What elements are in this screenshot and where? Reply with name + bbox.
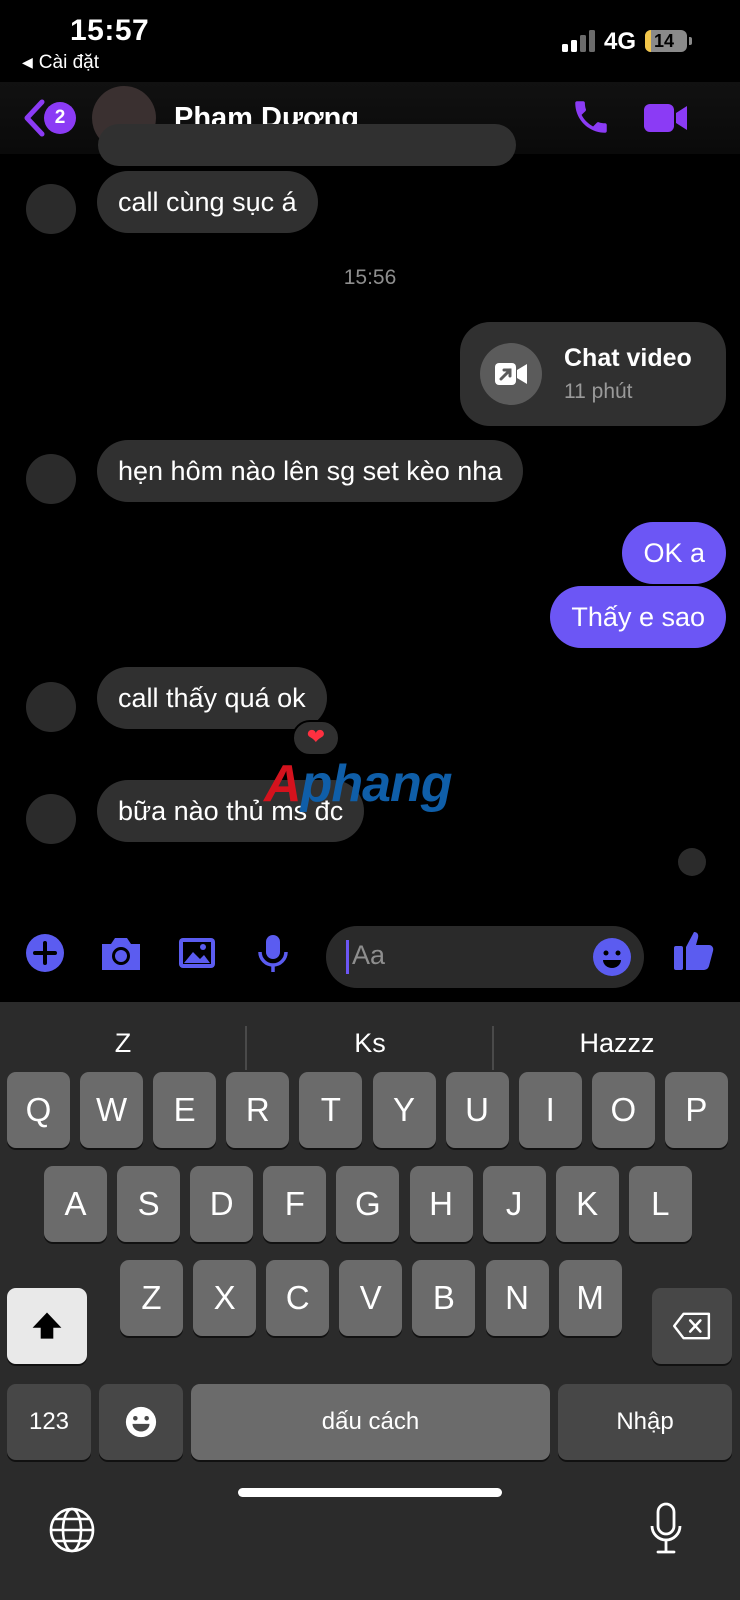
key-e[interactable]: E xyxy=(153,1072,217,1148)
key-j[interactable]: J xyxy=(482,1166,546,1242)
key-c[interactable]: C xyxy=(266,1260,330,1336)
message-bubble-incoming[interactable]: call cùng sục á xyxy=(97,171,318,233)
emoji-face-icon xyxy=(125,1406,157,1438)
key-o[interactable]: O xyxy=(591,1072,655,1148)
emoji-icon[interactable] xyxy=(592,937,632,977)
return-key[interactable]: Nhập xyxy=(558,1384,732,1460)
battery-icon: 14 xyxy=(645,30,687,52)
message-bubble-outgoing[interactable]: Thấy e sao xyxy=(550,586,726,648)
image-icon[interactable] xyxy=(176,932,218,974)
message-bubble-incoming[interactable]: call thấy quá ok xyxy=(97,667,327,729)
suggestion-1[interactable]: Z xyxy=(0,1028,246,1059)
shift-arrow-icon xyxy=(32,1312,62,1339)
video-call-back-icon xyxy=(495,363,527,385)
backspace-key[interactable] xyxy=(652,1288,732,1364)
message-list[interactable]: call cùng sục á 15:56 Chat video 11 phút… xyxy=(0,124,740,904)
message-input-placeholder: Aa xyxy=(352,940,386,970)
globe-icon[interactable] xyxy=(48,1506,96,1554)
key-v[interactable]: V xyxy=(339,1260,403,1336)
space-key[interactable]: dấu cách xyxy=(191,1384,550,1460)
text-cursor xyxy=(346,940,349,974)
thumbs-up-icon[interactable] xyxy=(672,928,716,972)
video-call-duration: 11 phút xyxy=(564,380,633,403)
dictation-microphone-icon[interactable] xyxy=(648,1502,684,1556)
plus-icon[interactable] xyxy=(24,932,66,974)
cellular-signal-icon xyxy=(562,30,596,52)
unread-count-badge: 2 xyxy=(44,102,76,134)
key-b[interactable]: B xyxy=(412,1260,476,1336)
key-t[interactable]: T xyxy=(299,1072,363,1148)
emoji-keyboard-key[interactable] xyxy=(99,1384,183,1460)
phone-icon[interactable] xyxy=(570,96,612,138)
sender-avatar[interactable] xyxy=(26,794,76,844)
sender-avatar[interactable] xyxy=(26,184,76,234)
camera-icon[interactable] xyxy=(98,932,144,974)
message-composer: Aa xyxy=(0,904,740,1000)
video-call-card[interactable]: Chat video 11 phút xyxy=(460,322,726,426)
heart-reaction-icon[interactable]: ❤ xyxy=(292,720,340,756)
battery-level: 14 xyxy=(653,31,675,51)
message-bubble-incoming[interactable]: hẹn hôm nào lên sg set kèo nha xyxy=(97,440,524,502)
key-z[interactable]: Z xyxy=(120,1260,183,1336)
read-receipt-avatar xyxy=(678,848,706,876)
key-k[interactable]: K xyxy=(555,1166,619,1242)
key-q[interactable]: Q xyxy=(7,1072,70,1148)
key-y[interactable]: Y xyxy=(372,1072,436,1148)
message-input[interactable]: Aa xyxy=(326,926,644,988)
key-m[interactable]: M xyxy=(558,1260,622,1336)
key-a[interactable]: A xyxy=(44,1166,107,1242)
shift-key[interactable] xyxy=(7,1288,87,1364)
numbers-key[interactable]: 123 xyxy=(7,1384,91,1460)
key-h[interactable]: H xyxy=(409,1166,473,1242)
message-bubble-outgoing[interactable]: OK a xyxy=(622,522,726,584)
home-indicator[interactable] xyxy=(238,1488,502,1497)
suggestion-3[interactable]: Hazzz xyxy=(494,1028,740,1059)
back-app-label: Cài đặt xyxy=(38,52,99,73)
message-bubble-partial xyxy=(98,124,516,166)
key-l[interactable]: L xyxy=(628,1166,692,1242)
status-bar: 15:57 ◀ Cài đặt 4G 14 xyxy=(0,0,740,82)
back-to-app-link[interactable]: ◀ Cài đặt xyxy=(22,52,99,74)
key-i[interactable]: I xyxy=(518,1072,582,1148)
video-call-circle xyxy=(480,343,542,405)
key-w[interactable]: W xyxy=(80,1072,144,1148)
key-x[interactable]: X xyxy=(193,1260,257,1336)
video-camera-icon[interactable] xyxy=(642,100,690,136)
microphone-icon[interactable] xyxy=(252,932,294,974)
backspace-icon xyxy=(672,1312,711,1340)
watermark-logo: Aphang xyxy=(264,755,453,813)
key-d[interactable]: D xyxy=(190,1166,254,1242)
key-s[interactable]: S xyxy=(117,1166,181,1242)
key-n[interactable]: N xyxy=(485,1260,549,1336)
back-button[interactable]: 2 xyxy=(22,96,82,140)
onscreen-keyboard: Z Ks Hazzz QWERTYUIOP ASDFGHJKL ZXCVBNM … xyxy=(0,1002,740,1600)
key-r[interactable]: R xyxy=(226,1072,290,1148)
status-time: 15:57 xyxy=(70,14,150,47)
sender-avatar[interactable] xyxy=(26,454,76,504)
message-timestamp: 15:56 xyxy=(343,266,397,289)
suggestion-2[interactable]: Ks xyxy=(247,1028,493,1059)
key-u[interactable]: U xyxy=(445,1072,509,1148)
key-p[interactable]: P xyxy=(664,1072,728,1148)
network-type: 4G xyxy=(604,28,637,55)
key-g[interactable]: G xyxy=(336,1166,400,1242)
key-f[interactable]: F xyxy=(263,1166,327,1242)
back-triangle-icon: ◀ xyxy=(22,54,33,70)
video-call-title: Chat video xyxy=(564,344,692,372)
sender-avatar[interactable] xyxy=(26,682,76,732)
